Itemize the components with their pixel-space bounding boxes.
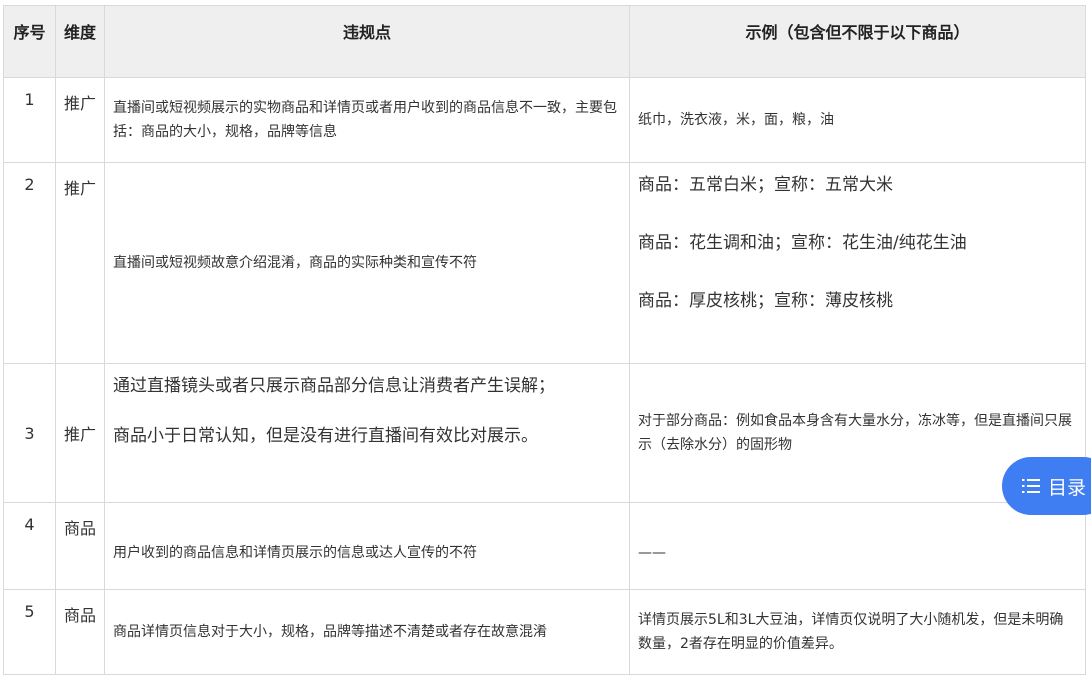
example-text: 商品：五常白米；宣称：五常大米 bbox=[638, 175, 893, 195]
row-example: 详情页展示5L和3L大豆油，详情页仅说明了大小随机发，但是未明确数量，2者存在明… bbox=[629, 589, 1086, 675]
example-text: 详情页展示5L和3L大豆油，详情页仅说明了大小随机发，但是未明确数量，2者存在明… bbox=[638, 612, 1064, 652]
violation-text: 商品小于日常认知，但是没有进行直播间有效比对展示。 bbox=[113, 426, 538, 446]
table-row: 2 推广 直播间或短视频故意介绍混淆，商品的实际种类和宣传不符 商品：五常白米；… bbox=[3, 162, 1086, 364]
violation-text: 通过直播镜头或者只展示商品部分信息让消费者产生误解； bbox=[113, 376, 555, 396]
table-row: 3 推广 通过直播镜头或者只展示商品部分信息让消费者产生误解； 商品小于日常认知… bbox=[3, 363, 1086, 503]
list-icon bbox=[1022, 479, 1040, 493]
row-example: 纸巾，洗衣液，米，面，粮，油 bbox=[629, 77, 1086, 163]
row-number: 4 bbox=[3, 502, 56, 590]
header-number: 序号 bbox=[3, 5, 56, 78]
row-violation: 直播间或短视频展示的实物商品和详情页或者用户收到的商品信息不一致，主要包括：商品… bbox=[104, 77, 630, 163]
row-example: 商品：五常白米；宣称：五常大米 商品：花生调和油；宣称：花生油/纯花生油 商品：… bbox=[629, 162, 1086, 364]
row-violation: 通过直播镜头或者只展示商品部分信息让消费者产生误解； 商品小于日常认知，但是没有… bbox=[104, 363, 630, 503]
row-dimension: 推广 bbox=[55, 363, 105, 503]
row-dimension: 商品 bbox=[55, 502, 105, 590]
row-number: 2 bbox=[3, 162, 56, 364]
example-text: —— bbox=[638, 545, 666, 561]
violation-text: 用户收到的商品信息和详情页展示的信息或达人宣传的不符 bbox=[113, 545, 477, 561]
violation-text: 直播间或短视频展示的实物商品和详情页或者用户收到的商品信息不一致，主要包括：商品… bbox=[113, 100, 617, 140]
table-row: 4 商品 用户收到的商品信息和详情页展示的信息或达人宣传的不符 —— bbox=[3, 502, 1086, 590]
row-number: 3 bbox=[3, 363, 56, 503]
header-dimension: 维度 bbox=[55, 5, 105, 78]
row-dimension: 推广 bbox=[55, 162, 105, 364]
example-text: 纸巾，洗衣液，米，面，粮，油 bbox=[638, 112, 834, 128]
violation-text: 商品详情页信息对于大小，规格，品牌等描述不清楚或者存在故意混淆 bbox=[113, 624, 547, 640]
violation-rules-table: 序号 维度 违规点 示例（包含但不限于以下商品） 1 推广 直播间或短视频展示的… bbox=[3, 5, 1086, 675]
row-example: —— bbox=[629, 502, 1086, 590]
example-text: 对于部分商品：例如食品本身含有大量水分，冻冰等，但是直播间只展示（去除水分）的固… bbox=[638, 413, 1072, 453]
example-text: 商品：厚皮核桃；宣称：薄皮核桃 bbox=[638, 291, 893, 311]
row-dimension: 推广 bbox=[55, 77, 105, 163]
table-row: 5 商品 商品详情页信息对于大小，规格，品牌等描述不清楚或者存在故意混淆 详情页… bbox=[3, 589, 1086, 675]
row-dimension: 商品 bbox=[55, 589, 105, 675]
toc-button[interactable]: 目录 bbox=[1002, 457, 1091, 515]
row-violation: 商品详情页信息对于大小，规格，品牌等描述不清楚或者存在故意混淆 bbox=[104, 589, 630, 675]
toc-label: 目录 bbox=[1048, 476, 1087, 499]
row-violation: 直播间或短视频故意介绍混淆，商品的实际种类和宣传不符 bbox=[104, 162, 630, 364]
rules-table-container: 序号 维度 违规点 示例（包含但不限于以下商品） 1 推广 直播间或短视频展示的… bbox=[3, 5, 1086, 675]
row-violation: 用户收到的商品信息和详情页展示的信息或达人宣传的不符 bbox=[104, 502, 630, 590]
header-violation: 违规点 bbox=[104, 5, 630, 78]
violation-text: 直播间或短视频故意介绍混淆，商品的实际种类和宣传不符 bbox=[113, 255, 477, 271]
table-header-row: 序号 维度 违规点 示例（包含但不限于以下商品） bbox=[3, 5, 1086, 78]
row-number: 5 bbox=[3, 589, 56, 675]
example-text: 商品：花生调和油；宣称：花生油/纯花生油 bbox=[638, 233, 967, 253]
row-number: 1 bbox=[3, 77, 56, 163]
header-example: 示例（包含但不限于以下商品） bbox=[629, 5, 1086, 78]
table-row: 1 推广 直播间或短视频展示的实物商品和详情页或者用户收到的商品信息不一致，主要… bbox=[3, 77, 1086, 163]
